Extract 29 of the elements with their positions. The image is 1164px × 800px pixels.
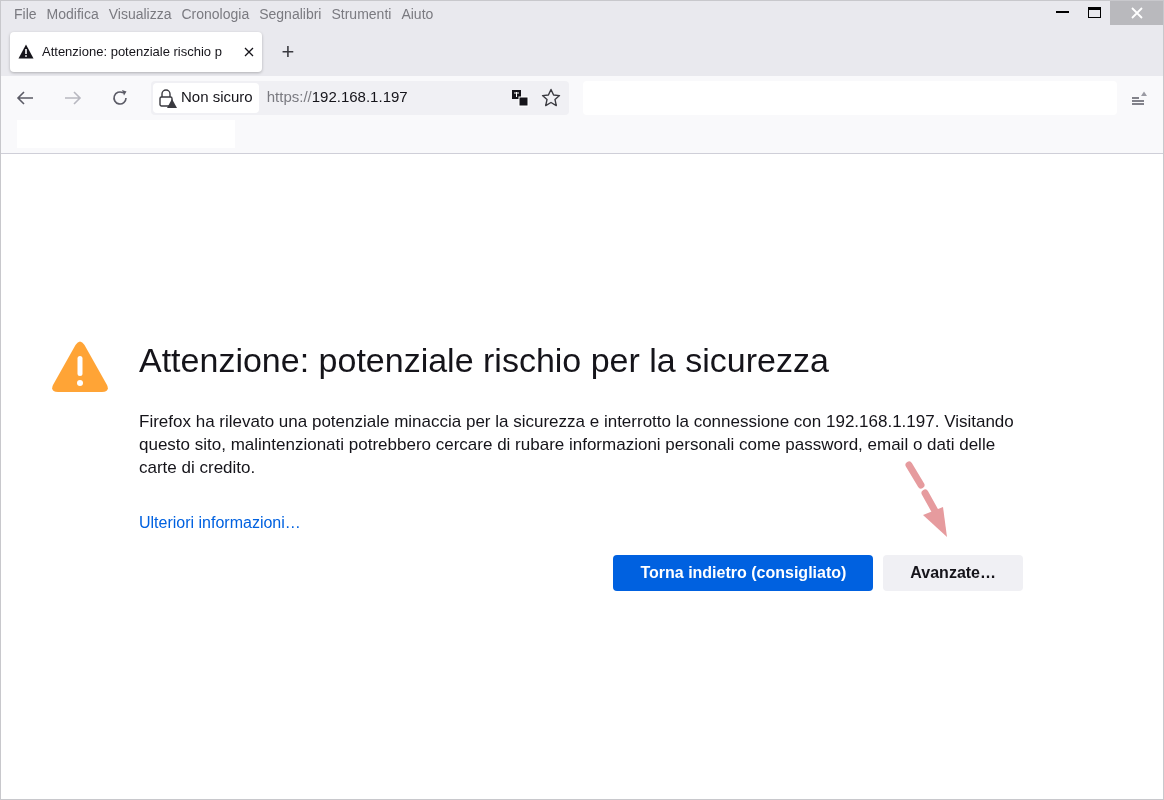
menu-item[interactable]: Aiuto [396,4,439,25]
security-label: Non sicuro [181,87,253,108]
menu-item[interactable]: Cronologia [176,4,255,25]
menu-item[interactable]: Segnalibri [254,4,327,25]
warning-icon [18,44,34,59]
tab-title: Attenzione: potenziale rischio p [42,42,223,61]
url-text: https://192.168.1.197 [266,87,408,108]
menu-icon[interactable] [1131,89,1147,106]
close-icon[interactable] [244,46,254,57]
new-tab-button[interactable]: + [274,37,302,66]
menu-item[interactable]: Strumenti [326,4,397,25]
reload-icon[interactable] [111,88,129,107]
advanced-button[interactable]: Avanzate… [883,554,1023,591]
translate-icon[interactable] [511,88,529,107]
menu-item[interactable]: Modifica [41,4,104,25]
address-bar[interactable]: Non sicuro https://192.168.1.197 [151,80,569,115]
warning-icon [51,341,109,393]
page-heading: Attenzione: potenziale rischio per la sicurezza [139,340,830,381]
go-back-button[interactable]: Torna indietro (consigliato) [613,554,874,591]
menu-item[interactable]: Visualizza [103,4,177,25]
lock-warning-icon [159,87,177,108]
browser-tab[interactable]: Attenzione: potenziale rischio p [10,31,262,72]
menu-item[interactable]: File [9,4,42,25]
back-arrow-icon[interactable] [15,89,35,106]
star-icon[interactable] [541,87,561,108]
more-info-link[interactable]: Ulteriori informazioni… [139,510,301,535]
security-indicator[interactable]: Non sicuro [153,82,259,113]
warning-message: Firefox ha rilevato una potenziale minaccia per la sicurezza e interrotto la connessione con 192.168.1.197. Visitando questo sito, malintenzionati potrebbero cercare di rubare informazioni personali come password, email o dati delle carte di credito. [139,410,1014,479]
close-icon [1130,7,1143,19]
